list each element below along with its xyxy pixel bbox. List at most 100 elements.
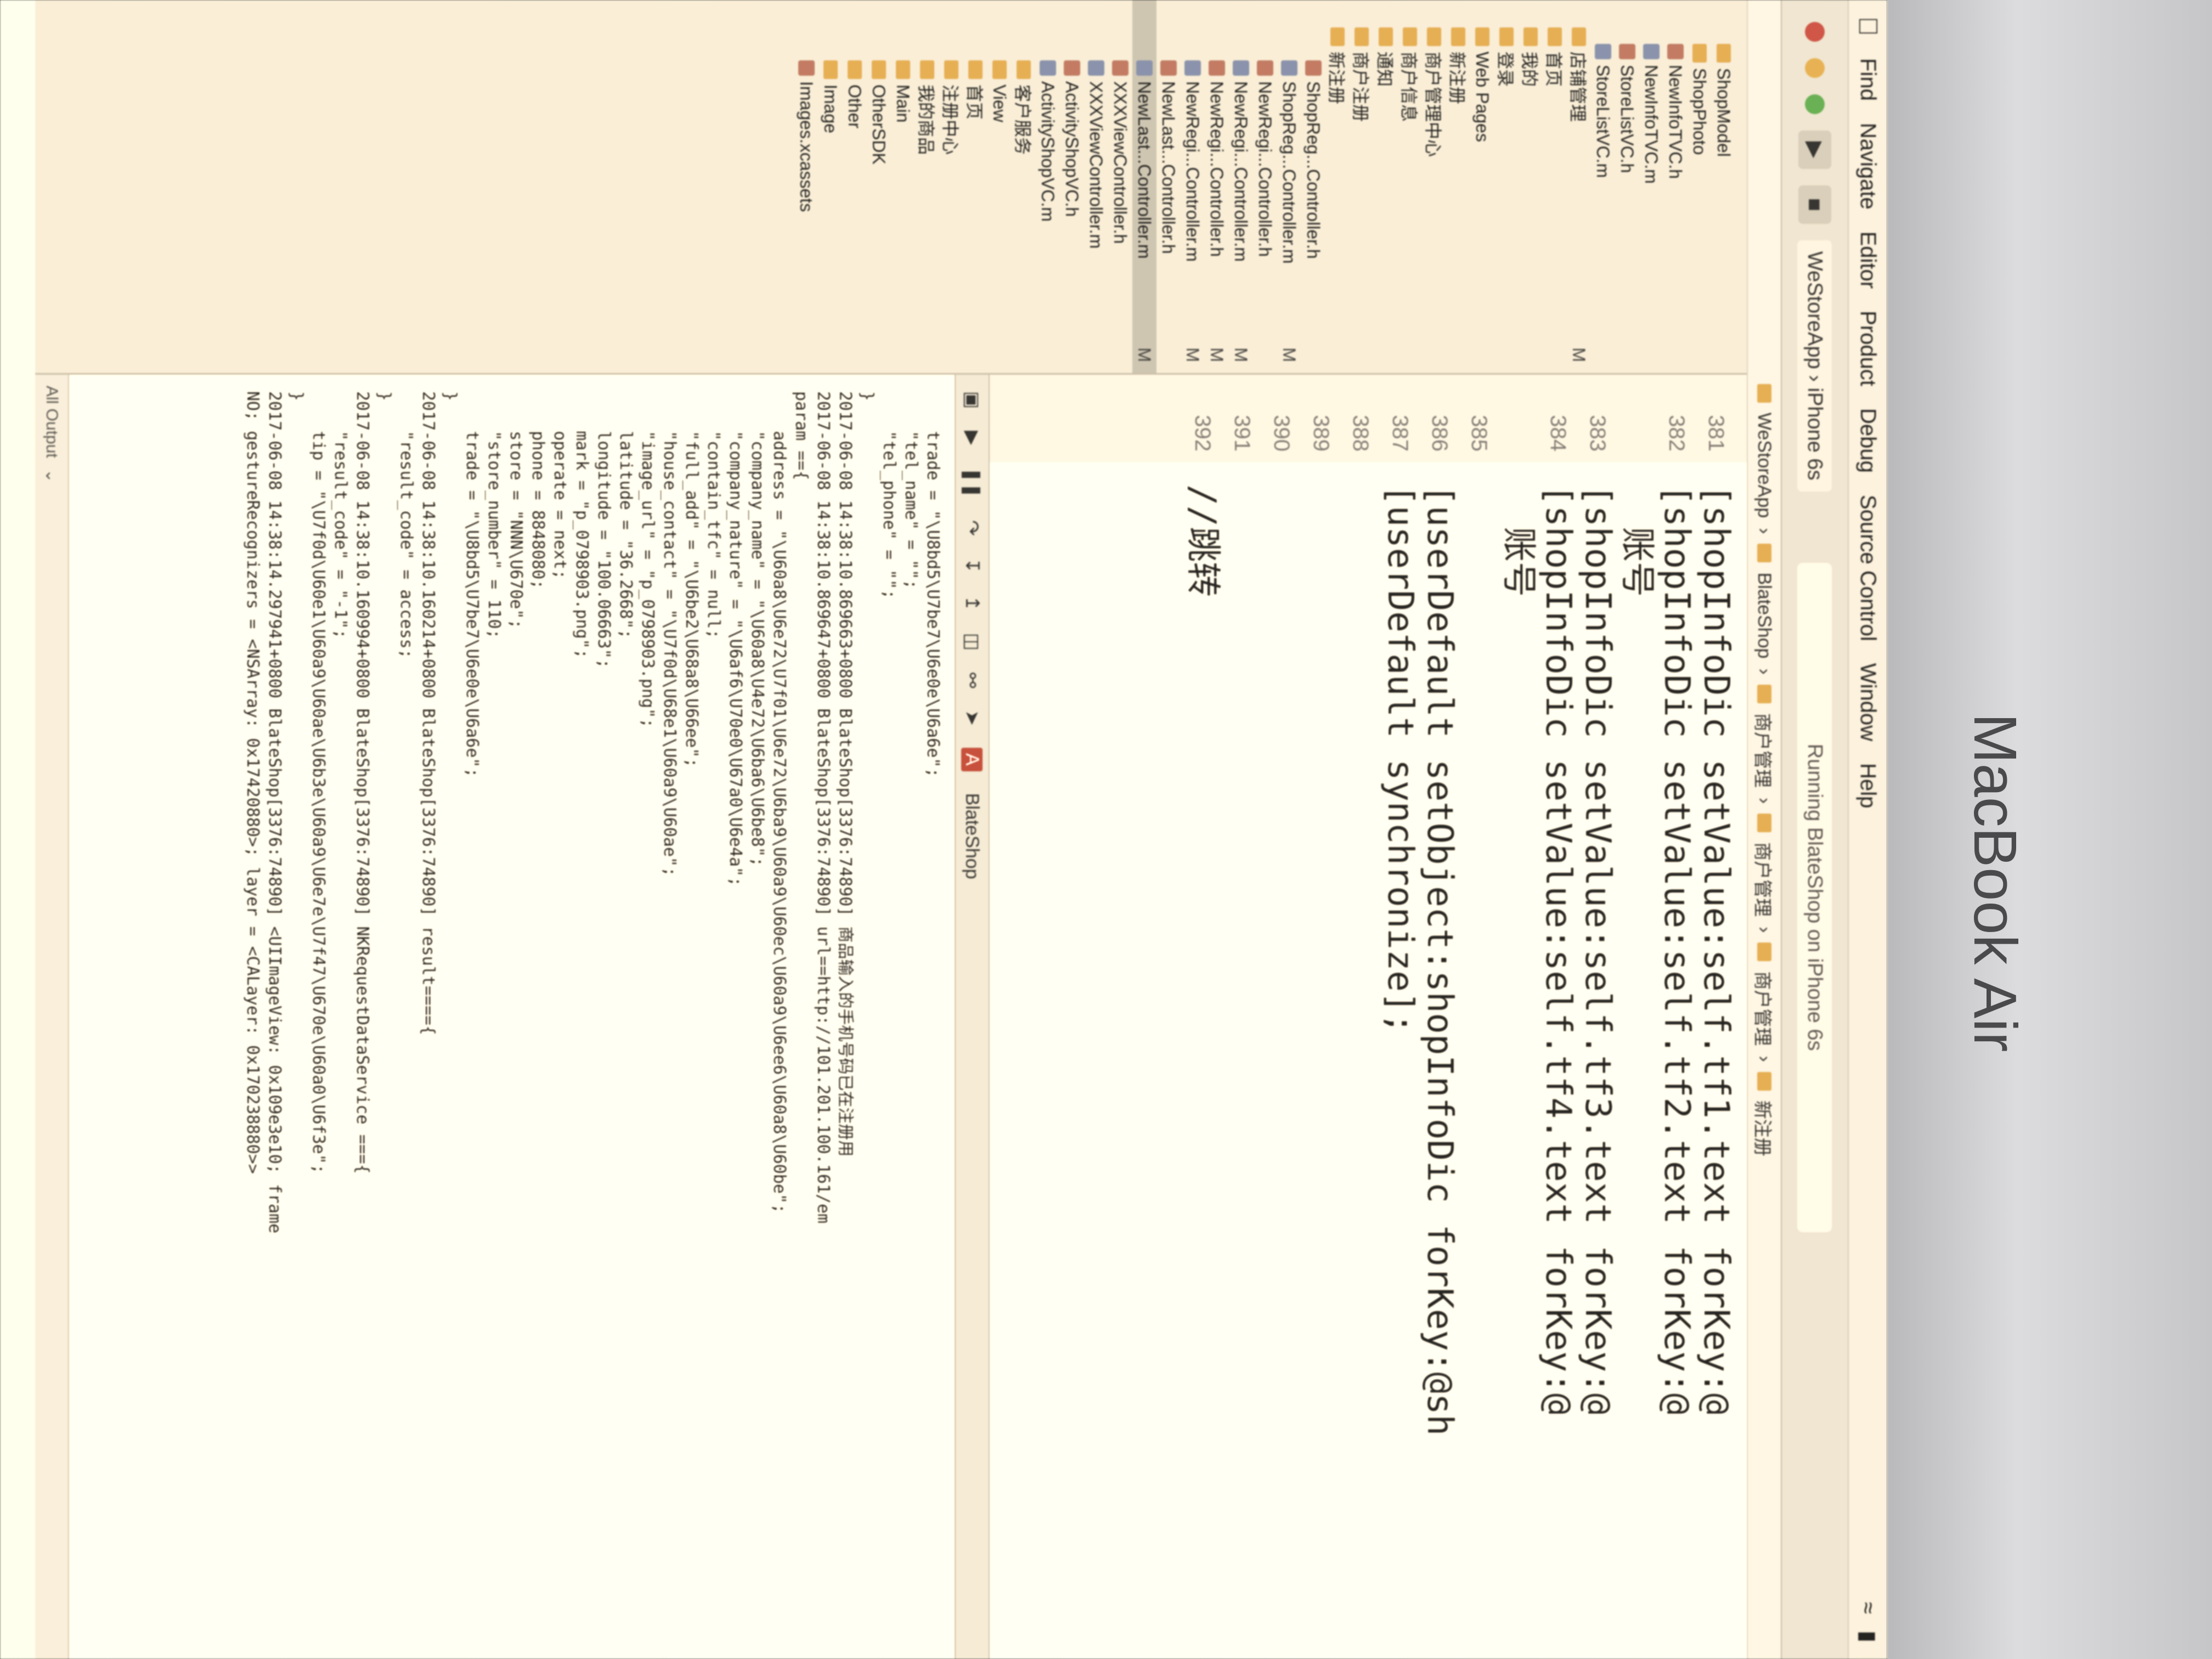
code-line[interactable] [1301, 484, 1341, 1436]
navigator-item[interactable]: OtherSDK [867, 0, 891, 373]
zoom-window-button[interactable] [1805, 94, 1825, 114]
navigator-item[interactable]: Image [819, 0, 843, 373]
navigator-item[interactable]: 登录 [1494, 0, 1519, 373]
navigator-item[interactable]: 通知 [1374, 0, 1398, 373]
code-lines[interactable]: [shopInfoDic setValue:self.tf1.text forK… [990, 462, 1747, 1436]
menu-find[interactable]: Find [1856, 58, 1881, 101]
chevron-down-icon[interactable]: ⌄ [42, 469, 61, 483]
jumpbar-item[interactable]: 商户管理 [1751, 971, 1778, 1046]
debug-target[interactable]: BlateShop [962, 793, 983, 879]
jumpbar-item[interactable]: 商户管理 [1751, 842, 1778, 917]
close-window-button[interactable] [1805, 22, 1825, 42]
code-line[interactable]: [userDefault setObject:shopInfoDic forKe… [1419, 484, 1460, 1436]
debug-console[interactable]: trade = "\U8bd5\U7be7\U6e0e\U6a6e"; "tel… [69, 375, 955, 1659]
navigator-item[interactable]: 首页 [963, 0, 988, 373]
navigator-item[interactable]: Main [891, 0, 915, 373]
navigator-item[interactable]: XXXViewController.m [1084, 0, 1108, 373]
navigator-item[interactable]: 客户服务 [1012, 0, 1036, 373]
source-editor[interactable]: 381 382 383 384 385 386 387 388 389 390 391 392 [sh… [990, 375, 1747, 1659]
code-line[interactable]: [shopInfoDic setValue:self.tf3.text forK… [1577, 484, 1618, 1436]
run-button[interactable]: ▶ [1798, 131, 1831, 169]
code-line[interactable]: [shopInfoDic setValue:self.tf2.text forK… [1656, 484, 1697, 1436]
navigator-item[interactable]: NewRegi...Controller.m M [1229, 0, 1253, 373]
jumpbar-item[interactable]: BlateShop [1754, 572, 1775, 658]
code-line[interactable] [1341, 484, 1380, 1436]
menu-window[interactable]: Window [1856, 663, 1881, 741]
step-in-icon[interactable]: ↧ [961, 558, 983, 574]
output-filter[interactable]: All Output [42, 386, 61, 458]
menu-navigate[interactable]: Navigate [1856, 123, 1881, 210]
navigator-item[interactable]: NewRegi...Controller.h M [1205, 0, 1229, 373]
navigator-item[interactable]: XXXViewController.h [1108, 0, 1132, 373]
code-line[interactable]: //跳转 [1182, 484, 1223, 1436]
location-icon[interactable]: ➤ [961, 710, 983, 726]
navigator-item[interactable]: StoreListVC.h [1615, 0, 1639, 373]
step-over-icon[interactable]: ↷ [961, 520, 983, 536]
navigator-item[interactable]: 新注册 [1446, 0, 1470, 373]
breakpoints-icon[interactable]: ▶ [961, 431, 983, 445]
navigator-item[interactable]: 新注册 [1325, 0, 1350, 373]
navigator-item[interactable]: 首页 [1543, 0, 1567, 373]
navigator-item[interactable]: 商户管理中心 [1422, 0, 1446, 373]
hide-debug-area-icon[interactable]: ▣ [961, 391, 983, 409]
code-line[interactable]: [shopInfoDic setValue:self.tf4.text forK… [1538, 484, 1578, 1436]
apple-icon[interactable]:  [1853, 16, 1883, 36]
folder-icon [1717, 44, 1731, 63]
navigator-item[interactable]: StoreListVC.m [1591, 0, 1615, 373]
battery-icon[interactable]: ▮ [1855, 1630, 1881, 1643]
code-line[interactable] [1262, 484, 1301, 1436]
navigator-item[interactable]: ShopReg...Controller.h [1301, 0, 1325, 373]
navigator-item[interactable]: 注册中心 [939, 0, 963, 373]
navigator-item[interactable]: NewLast...Controller.h [1156, 0, 1181, 373]
navigator-item[interactable]: NewInfoTVC.h [1663, 0, 1688, 373]
navigator-item-label: 我的 [1520, 52, 1539, 87]
source-file-icon [1136, 60, 1153, 76]
menu-product[interactable]: Product [1856, 311, 1881, 386]
navigator-item[interactable]: NewRegi...Controller.h [1253, 0, 1277, 373]
navigator-item[interactable]: NewLast...Controller.m M [1132, 0, 1156, 373]
code-line[interactable] [1459, 484, 1499, 1436]
navigator-item[interactable]: 商户信息 [1398, 0, 1422, 373]
code-line[interactable]: [shopInfoDic setValue:self.tf1.text forK… [1696, 484, 1736, 1436]
navigator-item[interactable]: Images.xcassets [794, 0, 819, 373]
view-debugger-icon[interactable]: ◫ [961, 633, 983, 651]
navigator-item[interactable]: Other [843, 0, 867, 373]
navigator-item[interactable]: Web Pages [1470, 0, 1494, 373]
navigator-item[interactable]: NewRegi...Controller.m M [1181, 0, 1205, 373]
code-line[interactable]: [userDefault synchronize]; [1380, 484, 1420, 1436]
menu-editor[interactable]: Editor [1856, 232, 1881, 289]
minimize-window-button[interactable] [1805, 58, 1825, 78]
source-file-icon [1040, 60, 1056, 76]
code-line[interactable]: 账号 [1617, 484, 1657, 1436]
menu-help[interactable]: Help [1856, 763, 1881, 808]
navigator-item[interactable]: ActivityShopVC.h [1060, 0, 1084, 373]
jumpbar-item[interactable]: 商户管理 [1751, 713, 1778, 788]
navigator-item[interactable]: View [988, 0, 1012, 373]
memory-graph-icon[interactable]: ⚯ [961, 673, 983, 689]
folder-icon [848, 60, 862, 79]
stop-button[interactable]: ■ [1798, 185, 1831, 224]
navigator-item[interactable]: ShopPhoto [1688, 0, 1712, 373]
navigator-item-label: OtherSDK [869, 84, 889, 165]
navigator-item[interactable]: ActivityShopVC.m [1036, 0, 1060, 373]
jumpbar-item[interactable]: 新注册 [1751, 1101, 1778, 1156]
scheme-selector[interactable]: WeStoreApp › iPhone 6s [1797, 240, 1832, 492]
console-line: address = "\U60a8\U6e72\U7f01\U6e72\U6ba… [770, 391, 789, 1214]
code-line[interactable] [1222, 484, 1262, 1436]
code-line[interactable]: 账号 [1498, 484, 1539, 1436]
menu-debug[interactable]: Debug [1856, 408, 1881, 473]
jumpbar-item[interactable]: WeStoreApp [1754, 413, 1775, 518]
pause-icon[interactable]: ❚❚ [961, 467, 983, 498]
menu-source-control[interactable]: Source Control [1856, 495, 1881, 641]
wifi-icon[interactable]: ≈ [1856, 1602, 1881, 1614]
folder-icon [1757, 1071, 1771, 1091]
navigator-item[interactable]: 商户注册 [1350, 0, 1374, 373]
navigator-item[interactable]: ShopReg...Controller.m M [1277, 0, 1301, 373]
step-out-icon[interactable]: ↥ [961, 595, 983, 611]
navigator-item[interactable]: NewInfoTVC.m [1639, 0, 1663, 373]
navigator-item-label: StoreListVC.h [1617, 65, 1638, 173]
navigator-item[interactable]: 店铺管理 M [1567, 0, 1591, 373]
navigator-item[interactable]: 我的商品 [915, 0, 939, 373]
navigator-item[interactable]: ShopModel [1712, 0, 1736, 373]
navigator-item[interactable]: 我的 [1519, 0, 1543, 373]
